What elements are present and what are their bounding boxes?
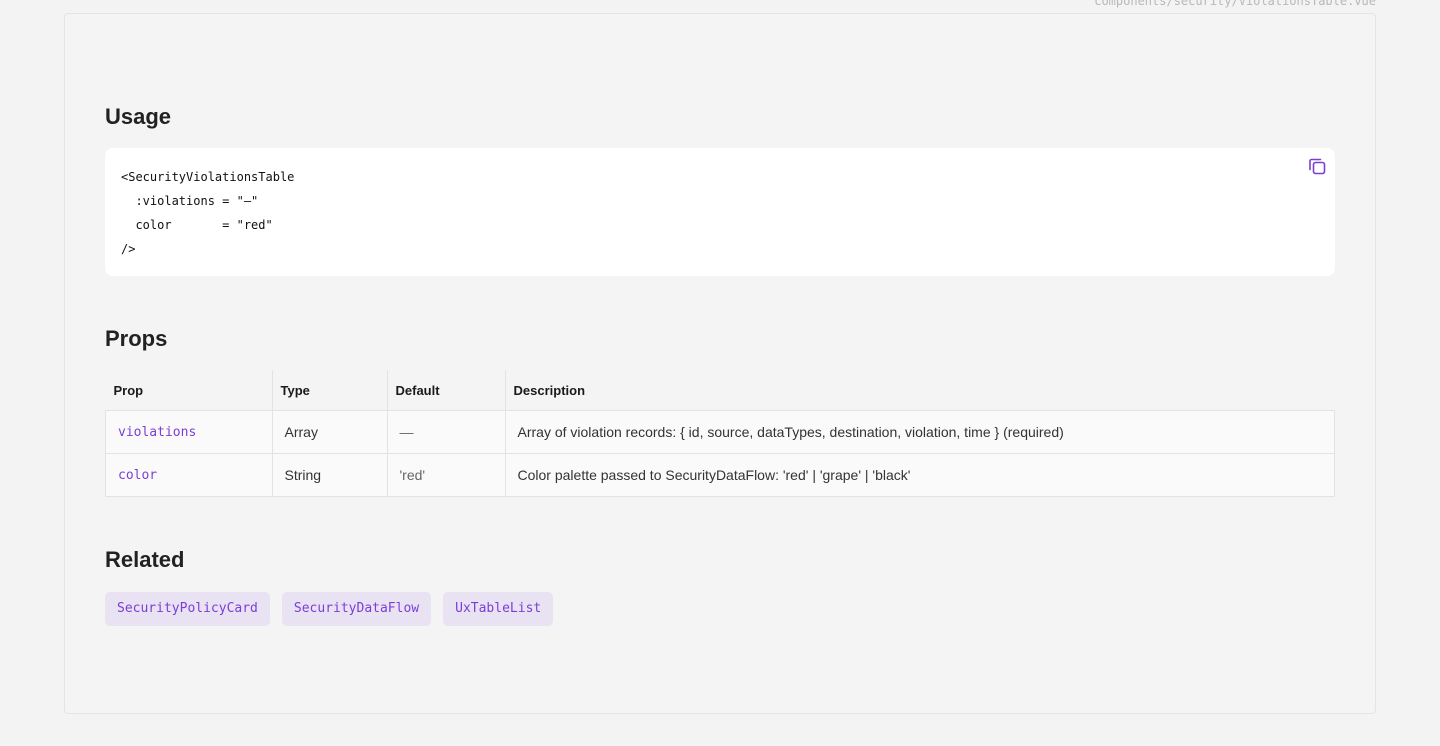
table-row: color String 'red' Color palette passed … bbox=[105, 453, 1335, 497]
related-heading: Related bbox=[105, 547, 185, 572]
related-list: SecurityPolicyCard SecurityDataFlow UxTa… bbox=[105, 592, 554, 626]
table-row: violations Array — Array of violation re… bbox=[105, 410, 1335, 454]
prop-type-cell: Array bbox=[271, 410, 388, 454]
header-default: Default bbox=[387, 370, 506, 411]
props-heading: Props bbox=[105, 326, 168, 351]
prop-description-cell: Array of violation records: { id, source… bbox=[504, 410, 1335, 454]
file-path: components/security/ViolationsTable.vue bbox=[1094, 0, 1376, 8]
usage-heading: Usage bbox=[105, 104, 172, 129]
related-link-security-data-flow[interactable]: SecurityDataFlow bbox=[281, 592, 432, 626]
prop-default-cell: 'red' bbox=[386, 453, 506, 497]
component-doc-card: Usage <SecurityViolationsTable :violatio… bbox=[64, 13, 1376, 714]
header-description: Description bbox=[505, 370, 1335, 411]
props-table: Prop Type Default Description violations… bbox=[105, 370, 1335, 497]
usage-code-block: <SecurityViolationsTable :violations = "… bbox=[105, 148, 1335, 276]
props-table-header: Prop Type Default Description bbox=[105, 370, 1335, 411]
prop-default-cell: — bbox=[386, 410, 506, 454]
related-link-security-policy-card[interactable]: SecurityPolicyCard bbox=[105, 592, 270, 626]
prop-name-cell: violations bbox=[105, 410, 273, 454]
header-type: Type bbox=[272, 370, 388, 411]
related-link-ux-table-list[interactable]: UxTableList bbox=[443, 592, 554, 626]
copy-icon bbox=[1309, 158, 1326, 175]
copy-button[interactable] bbox=[1305, 154, 1329, 178]
prop-description-cell: Color palette passed to SecurityDataFlow… bbox=[504, 453, 1335, 497]
usage-code: <SecurityViolationsTable :violations = "… bbox=[121, 170, 295, 256]
header-prop: Prop bbox=[105, 370, 273, 411]
prop-type-cell: String bbox=[271, 453, 388, 497]
prop-name-cell: color bbox=[105, 453, 273, 497]
